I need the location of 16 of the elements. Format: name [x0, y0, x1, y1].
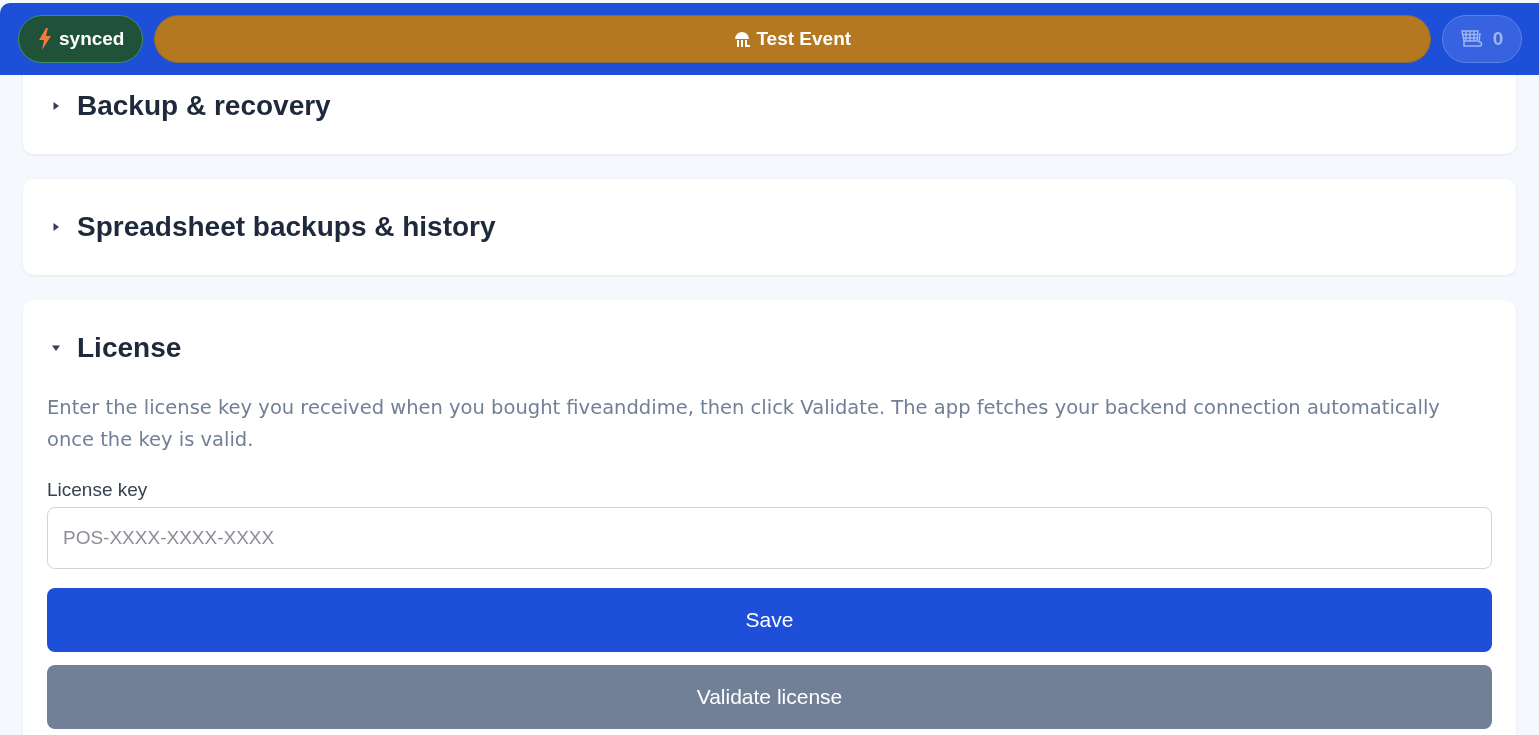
section-title[interactable]: License	[77, 324, 182, 372]
validate-button[interactable]: Validate license	[47, 665, 1492, 729]
canopy-icon	[734, 31, 751, 47]
section-title[interactable]: Spreadsheet backups & history	[77, 203, 496, 251]
field-label: License key	[47, 478, 149, 502]
lightning-icon	[39, 28, 51, 50]
event-pill[interactable]: Test Event	[154, 15, 1431, 63]
license-key-input[interactable]: POS-XXXX-XXXX-XXXX	[47, 507, 1492, 569]
caret-icon[interactable]	[52, 344, 60, 352]
section-title[interactable]: Backup & recovery	[77, 82, 331, 130]
caret-icon[interactable]	[52, 223, 60, 231]
sync-status-pill[interactable]: synced	[18, 15, 144, 63]
caret-icon[interactable]	[52, 102, 60, 110]
save-button[interactable]: Save	[47, 588, 1492, 652]
section-description: Enter the license key you received when you bought fiveanddime, then click Validate. The app fetches your backend connection automatically once the key is valid.	[47, 395, 1441, 453]
cart-icon	[1460, 29, 1483, 49]
